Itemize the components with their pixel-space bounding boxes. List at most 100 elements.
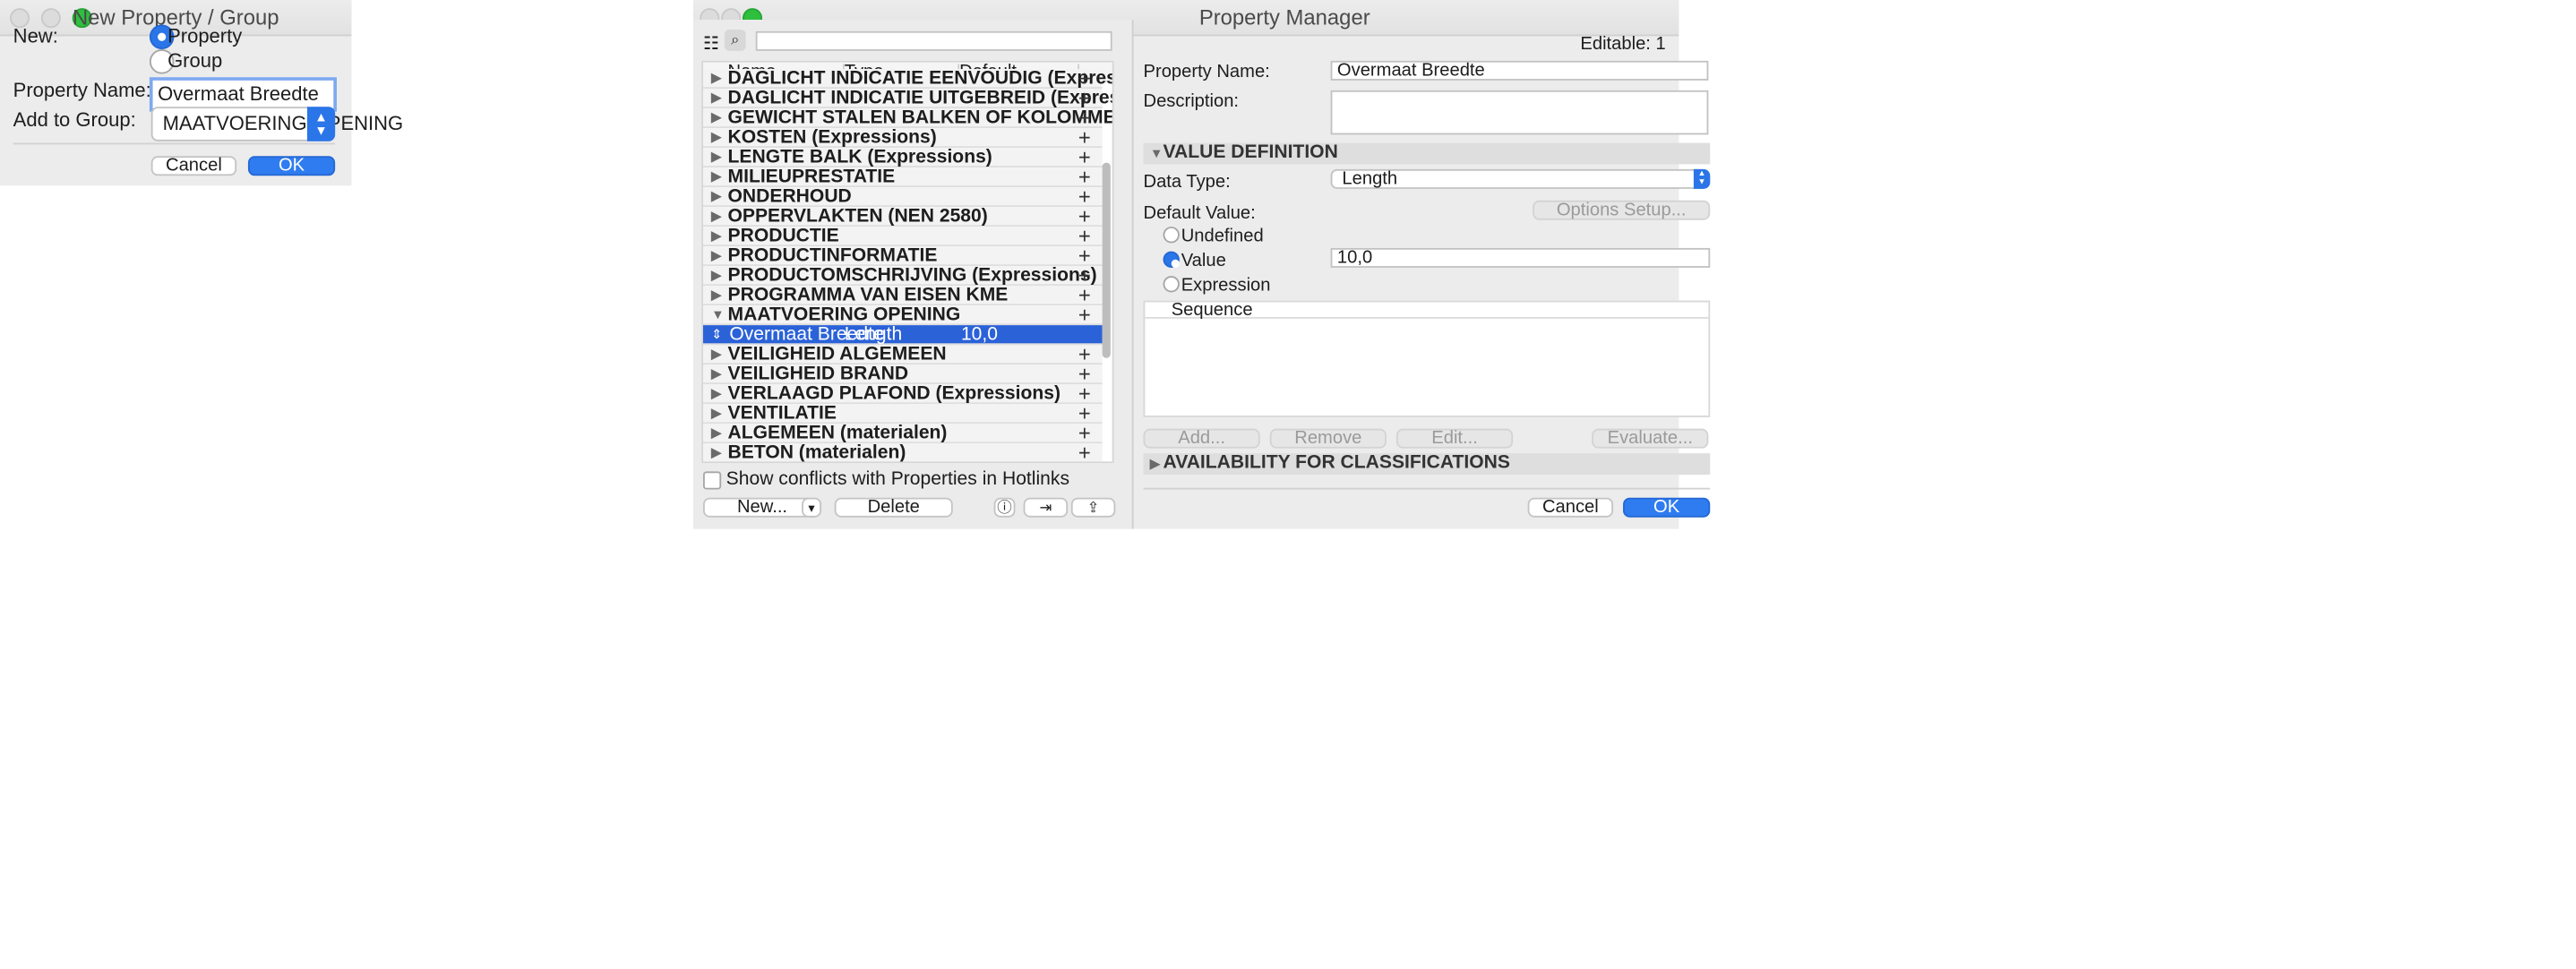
new-menu-chevron-icon[interactable]: ▾ (802, 497, 822, 518)
group-row[interactable]: ▶ PROGRAMMA VAN EISEN KME + (703, 284, 1103, 305)
description-label: Description: (1143, 91, 1240, 112)
show-conflicts-label[interactable]: Show conflicts with Properties in Hotlin… (726, 470, 1069, 490)
disclosure-triangle-icon[interactable]: ▶ (711, 246, 721, 266)
left-pane: ☷ ⌕ Name Type Default ▶DAGLICHT INDICATI… (693, 20, 1134, 529)
group-row[interactable]: ▶ VERLAAGD PLAFOND (Expressions) + (703, 382, 1103, 405)
description-field[interactable] (1330, 90, 1709, 135)
group-row[interactable]: ▶ VEILIGHEID BRAND + (703, 363, 1103, 385)
import-icon[interactable]: ⇥ (1023, 497, 1069, 518)
chevron-updown-icon[interactable]: ▲ ▼ (306, 107, 336, 141)
disclosure-triangle-open-icon[interactable]: ▼ (1150, 143, 1163, 165)
rows-container: ▶DAGLICHT INDICATIE EENVOUDIG (Expressio… (703, 67, 1112, 462)
disclosure-triangle-icon[interactable]: ▶ (711, 266, 721, 286)
editable-count: Editable: 1 (1580, 34, 1666, 55)
group-radio-label[interactable]: Group (167, 49, 222, 73)
show-conflicts-checkbox[interactable] (703, 471, 722, 490)
evaluate-button[interactable]: Evaluate... (1592, 428, 1709, 449)
disclosure-triangle-icon[interactable]: ▶ (711, 148, 721, 167)
group-row-expanded[interactable]: ▼ MAATVOERING OPENING + (703, 304, 1103, 325)
disclosure-triangle-icon[interactable]: ▶ (1150, 453, 1160, 475)
cancel-button[interactable]: Cancel (150, 156, 237, 176)
manager-ok-button[interactable]: OK (1623, 497, 1711, 518)
bottom-divider (1143, 487, 1711, 490)
availability-section[interactable]: ▶ AVAILABILITY FOR CLASSIFICATIONS (1143, 453, 1711, 476)
group-row[interactable]: ▶DAGLICHT INDICATIE UITGEBREID (Expressi… (703, 87, 1112, 109)
add-icon[interactable]: + (1078, 304, 1091, 325)
disclosure-triangle-icon[interactable]: ▶ (711, 404, 721, 424)
default-value-label: Default Value: (1143, 203, 1256, 224)
data-type-label: Data Type: (1143, 172, 1231, 193)
disclosure-triangle-icon[interactable]: ▶ (711, 443, 721, 461)
search-icon[interactable]: ⌕ (724, 30, 746, 51)
group-row[interactable]: ▶ KOSTEN (Expressions) + (703, 126, 1103, 149)
disclosure-triangle-icon[interactable]: ▶ (711, 128, 721, 148)
data-type-select[interactable]: Length ▲ ▼ (1330, 168, 1711, 189)
property-radio-label[interactable]: Property (167, 25, 242, 48)
list-scrollbar[interactable] (1102, 162, 1111, 358)
remove-button[interactable]: Remove (1269, 428, 1387, 449)
group-row[interactable]: ▶ MILIEUPRESTATIE + (703, 166, 1103, 187)
group-row[interactable]: ▶GEWICHT STALEN BALKEN OF KOLOMMEN (Expr… (703, 107, 1112, 128)
dialog-divider (13, 142, 336, 145)
sequence-list[interactable]: Sequence (1143, 300, 1711, 417)
group-row[interactable]: ▶ LENGTE BALK (Expressions) + (703, 146, 1103, 168)
group-row[interactable]: ▶ PRODUCTINFORMATIE + (703, 244, 1103, 267)
disclosure-triangle-icon[interactable]: ▶ (711, 69, 721, 89)
add-icon[interactable]: + (1078, 442, 1091, 461)
options-setup-button[interactable]: Options Setup... (1533, 200, 1711, 220)
group-row[interactable]: ▶ BETON (materialen) + (703, 442, 1103, 462)
expression-radio[interactable] (1163, 276, 1180, 293)
disclosure-triangle-icon[interactable]: ▶ (711, 167, 721, 187)
disclosure-triangle-icon[interactable]: ▶ (711, 108, 721, 128)
expression-label[interactable]: Expression (1181, 276, 1271, 296)
group-row[interactable]: ▶ ONDERHOUD + (703, 185, 1103, 208)
disclosure-triangle-icon[interactable]: ▶ (711, 384, 721, 404)
add-to-group-label: Add to Group: (13, 108, 136, 132)
property-manager-window: Property Manager ☷ ⌕ Name Type Default ▶… (693, 0, 1711, 529)
disclosure-triangle-icon[interactable]: ▶ (711, 187, 721, 207)
undefined-radio[interactable] (1163, 227, 1180, 244)
disclosure-triangle-icon[interactable]: ▶ (711, 89, 721, 108)
tree-view-icon[interactable]: ☷ (703, 33, 719, 55)
add-sequence-button[interactable]: Add... (1143, 428, 1260, 449)
info-icon[interactable]: ⓘ (993, 497, 1016, 518)
add-to-group-select[interactable]: MAATVOERING OPENING ▲ ▼ (150, 107, 403, 141)
group-row[interactable]: ▶ VEILIGHEID ALGEMEEN + (703, 343, 1103, 365)
undefined-label[interactable]: Undefined (1181, 227, 1264, 246)
group-row[interactable]: ▶ VENTILATIE + (703, 402, 1103, 424)
disclosure-triangle-icon[interactable]: ▶ (711, 424, 721, 443)
disclosure-triangle-icon[interactable]: ▶ (711, 286, 721, 305)
edit-button[interactable]: Edit... (1395, 428, 1514, 449)
group-row[interactable]: ▶ PRODUCTOMSCHRIJVING (Expressions) + (703, 264, 1103, 286)
new-label: New: (13, 24, 58, 48)
value-radio[interactable] (1163, 251, 1180, 268)
group-row[interactable]: ▶ ALGEMEEN (materialen) + (703, 422, 1103, 443)
property-name-label: Property Name: (13, 79, 151, 102)
sequence-header: Sequence (1145, 302, 1709, 320)
property-list[interactable]: Name Type Default ▶DAGLICHT INDICATIE EE… (701, 60, 1114, 464)
group-row[interactable]: ▶ PRODUCTIE + (703, 225, 1103, 247)
disclosure-triangle-icon[interactable]: ▶ (711, 207, 721, 227)
add-to-group-value: MAATVOERING OPENING (162, 111, 404, 135)
disclosure-triangle-open-icon[interactable]: ▼ (711, 305, 725, 325)
group-row[interactable]: ▶ OPPERVLAKTEN (NEN 2580) + (703, 205, 1103, 227)
disclosure-triangle-icon[interactable]: ▶ (711, 227, 721, 246)
group-row[interactable]: ▶DAGLICHT INDICATIE EENVOUDIG (Expressio… (703, 67, 1112, 89)
ok-button[interactable]: OK (247, 156, 336, 176)
default-value-input[interactable]: 10,0 (1330, 247, 1711, 268)
chevron-updown-icon[interactable]: ▲ ▼ (1693, 168, 1711, 189)
selected-property-row[interactable]: ⇕ Overmaat Breedte Length 10,0 (703, 325, 1103, 346)
delete-button[interactable]: Delete (834, 497, 953, 518)
export-icon[interactable]: ⇪ (1070, 497, 1116, 518)
new-button-label: New... (736, 497, 788, 518)
disclosure-triangle-icon[interactable]: ▶ (711, 345, 721, 364)
new-property-dialog: New Property / Group New: Property Group… (0, 0, 403, 186)
value-definition-section[interactable]: ▼ VALUE DEFINITION (1143, 142, 1711, 165)
value-label[interactable]: Value (1181, 252, 1226, 271)
manager-cancel-button[interactable]: Cancel (1527, 497, 1614, 518)
search-input[interactable] (755, 30, 1112, 51)
disclosure-triangle-icon[interactable]: ▶ (711, 364, 721, 384)
property-name-label: Property Name: (1143, 62, 1270, 82)
drag-handle-icon[interactable]: ⇕ (711, 325, 722, 345)
property-name-field[interactable]: Overmaat Breedte (1330, 60, 1709, 81)
